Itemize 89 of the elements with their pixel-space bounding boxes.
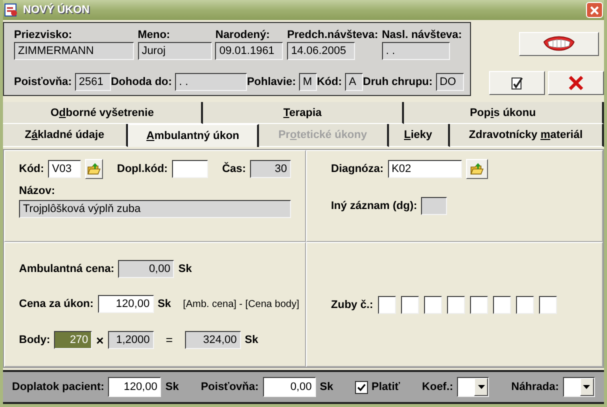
- tab[interactable]: Základné údaje: [3, 124, 128, 147]
- field-label: Kód:: [316, 76, 342, 88]
- text-field[interactable]: 14.06.2005: [287, 42, 356, 60]
- dropdown[interactable]: [562, 377, 595, 397]
- field-label: Cena za úkon:: [19, 298, 94, 310]
- open-button[interactable]: [85, 159, 103, 179]
- field-label: Narodený:: [215, 29, 271, 41]
- field-label: Náhrada:: [511, 381, 559, 393]
- confirm-button[interactable]: [489, 71, 545, 95]
- checkbox[interactable]: [355, 380, 368, 394]
- unit-label: Sk: [244, 334, 258, 346]
- unit-label: Sk: [165, 381, 179, 393]
- app-icon: [4, 3, 18, 17]
- field-label: Kód:: [19, 163, 44, 175]
- text-field[interactable]: 09.01.1961: [215, 42, 284, 60]
- tab[interactable]: Terapia: [203, 102, 404, 124]
- text-field[interactable]: Trojplôšková výplň zuba: [19, 200, 291, 218]
- tab[interactable]: Popis úkonu: [404, 102, 604, 124]
- field-label: Meno:: [138, 29, 172, 41]
- teeth-button[interactable]: [519, 32, 599, 56]
- tooth-field[interactable]: [447, 296, 466, 314]
- field-label: Poisťovňa:: [200, 381, 259, 393]
- text-field[interactable]: K02: [388, 160, 462, 178]
- text-field[interactable]: DO: [436, 73, 464, 91]
- tooth-field[interactable]: [424, 296, 442, 314]
- tooth-field[interactable]: [539, 296, 558, 314]
- field-label: Nasl. návšteva:: [382, 29, 462, 41]
- field-label: Predch.návšteva:: [287, 29, 378, 41]
- text-field[interactable]: 1,2000: [108, 331, 154, 350]
- field-label: Druh chrupu:: [362, 76, 433, 88]
- field-label: Iný záznam (dg):: [331, 200, 418, 212]
- text-field[interactable]: 0,00: [262, 377, 316, 397]
- tooth-field[interactable]: [493, 296, 512, 314]
- text-field[interactable]: 0,00: [118, 260, 174, 278]
- text-field[interactable]: . .: [174, 73, 247, 91]
- dropdown[interactable]: [457, 377, 490, 397]
- field-label: Poisťovňa:: [14, 76, 72, 88]
- text-field[interactable]: 120,00: [108, 377, 162, 397]
- tooth-field[interactable]: [470, 296, 488, 314]
- close-button[interactable]: [586, 2, 603, 18]
- check-icon: [356, 382, 366, 392]
- close-icon: [568, 75, 584, 91]
- tooth-field[interactable]: [516, 296, 534, 314]
- text-field[interactable]: [421, 197, 448, 215]
- tab[interactable]: Lieky: [388, 124, 450, 147]
- field-label: Diagnóza:: [331, 163, 384, 175]
- folder-icon: [87, 162, 102, 176]
- field-label: Koef.:: [422, 381, 454, 393]
- text-field[interactable]: V03: [48, 160, 82, 178]
- cancel-button[interactable]: [548, 71, 604, 95]
- text-field[interactable]: Juroj: [138, 42, 212, 60]
- field-label: Doplatok pacient:: [12, 381, 104, 393]
- folder-icon: [470, 162, 484, 176]
- field-label: Čas:: [222, 163, 246, 175]
- window-title: NOVÝ ÚKON: [23, 4, 90, 16]
- tooth-field[interactable]: [378, 296, 396, 314]
- text-field[interactable]: ZIMMERMANN: [14, 42, 134, 60]
- field-label: Zuby č.:: [331, 298, 374, 310]
- field-label: Názov:: [19, 185, 56, 197]
- text-field[interactable]: A: [344, 73, 363, 91]
- field-label: Dohoda do:: [110, 76, 172, 88]
- text-field[interactable]: 120,00: [98, 295, 154, 314]
- text-field[interactable]: 30: [250, 160, 291, 178]
- text-field[interactable]: [172, 160, 208, 178]
- open-button[interactable]: [466, 159, 488, 179]
- field-label: Priezvisko:: [14, 29, 74, 41]
- checkbox-label: Platiť: [372, 381, 400, 393]
- multiply-sign: ×: [96, 332, 104, 348]
- formula-note: [Amb. cena] - [Cena body]: [183, 298, 300, 310]
- tooth-field[interactable]: [401, 296, 420, 314]
- field-label: Pohlavie:: [246, 76, 296, 88]
- text-field[interactable]: 2561: [74, 73, 111, 91]
- tab[interactable]: Odborné vyšetrenie: [3, 102, 204, 124]
- tab[interactable]: Ambulantný úkon: [128, 124, 259, 147]
- text-field[interactable]: 324,00: [184, 331, 241, 350]
- text-field[interactable]: . .: [382, 42, 450, 60]
- text-field[interactable]: M: [298, 73, 317, 91]
- field-label: Ambulantná cena:: [19, 262, 114, 275]
- unit-label: Sk: [320, 381, 334, 393]
- caret-icon: [583, 385, 590, 389]
- unit-label: Sk: [158, 298, 172, 310]
- unit-label: Sk: [178, 262, 192, 275]
- text-field[interactable]: 270: [54, 331, 92, 350]
- tab[interactable]: Zdravotnícky materiál: [450, 124, 604, 147]
- field-label: Body:: [19, 334, 50, 346]
- equals-sign: =: [166, 333, 173, 348]
- close-icon: [590, 6, 599, 14]
- caret-icon: [478, 385, 485, 389]
- field-label: Dopl.kód:: [117, 163, 168, 175]
